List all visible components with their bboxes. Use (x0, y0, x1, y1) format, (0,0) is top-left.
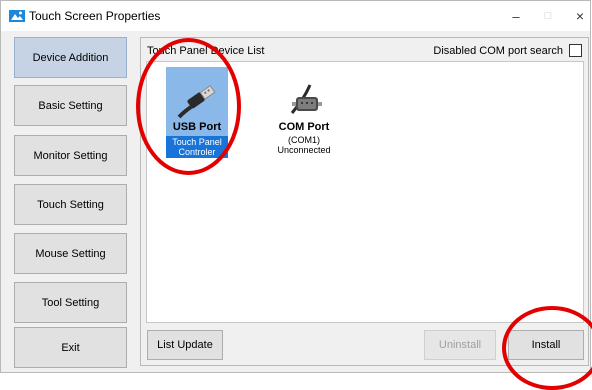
usb-status-line-1: Touch Panel (172, 137, 222, 147)
touch-screen-properties-window: Touch Screen Properties – □ × Device Add… (0, 0, 591, 373)
minimize-button[interactable]: – (498, 5, 534, 27)
com-port-label: COM Port (278, 121, 330, 133)
exit-button[interactable]: Exit (14, 327, 127, 368)
uninstall-button[interactable]: Uninstall (424, 330, 496, 360)
com-search-label: Disabled COM port search (433, 44, 563, 57)
usb-cable-icon (166, 67, 228, 121)
nav-tool-setting-button[interactable]: Tool Setting (14, 282, 127, 323)
close-button[interactable]: × (562, 5, 592, 27)
com-status-line-2: Unconnected (277, 145, 331, 155)
app-icon (9, 10, 25, 22)
nav-mouse-setting-button[interactable]: Mouse Setting (14, 233, 127, 274)
com-device-status: (COM1) Unconnected (273, 135, 335, 155)
nav-monitor-setting-button[interactable]: Monitor Setting (14, 135, 127, 176)
usb-port-label: USB Port (166, 121, 228, 136)
com-search-checkbox[interactable] (569, 44, 582, 57)
maximize-button[interactable]: □ (530, 5, 566, 27)
list-update-button[interactable]: List Update (147, 330, 223, 360)
nav-touch-setting-button[interactable]: Touch Setting (14, 184, 127, 225)
com-search-option: Disabled COM port search (433, 44, 582, 57)
com-port-device[interactable]: COM Port (COM1) Unconnected (273, 67, 335, 155)
usb-status-line-2: Controler (178, 147, 216, 157)
device-list-panel: Touch Panel Device List Disabled COM por… (140, 37, 589, 366)
usb-port-device[interactable]: USB Port Touch Panel Controler (166, 67, 228, 158)
usb-device-status: Touch Panel Controler (166, 136, 228, 158)
window-title: Touch Screen Properties (29, 9, 161, 23)
title-bar: Touch Screen Properties – □ × (1, 1, 590, 31)
nav-device-addition-button[interactable]: Device Addition (14, 37, 127, 78)
serial-cable-icon (273, 67, 335, 121)
device-list[interactable]: USB Port Touch Panel Controler COM Port … (146, 61, 584, 323)
com-status-line-1: (COM1) (288, 135, 320, 145)
install-button[interactable]: Install (508, 330, 584, 360)
panel-title: Touch Panel Device List (147, 45, 265, 57)
nav-basic-setting-button[interactable]: Basic Setting (14, 85, 127, 126)
